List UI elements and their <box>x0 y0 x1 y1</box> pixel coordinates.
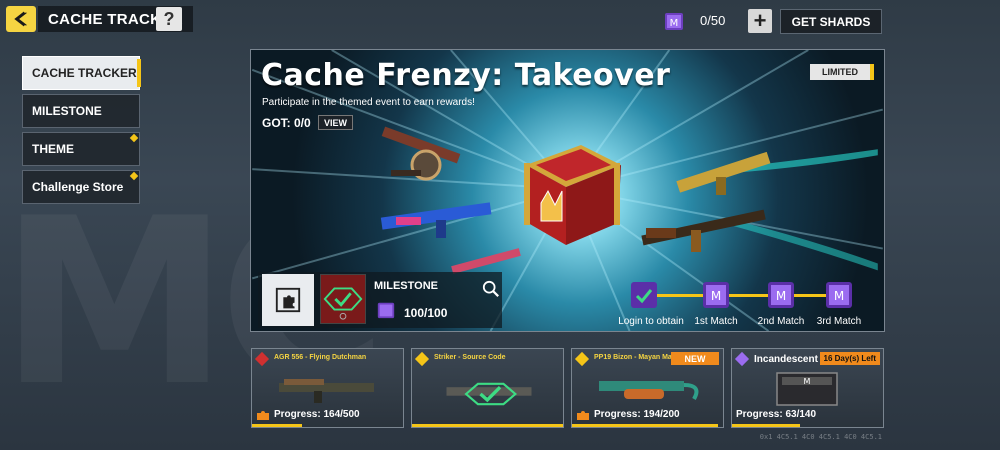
notification-dot <box>129 133 139 143</box>
svg-text:M: M <box>776 289 786 303</box>
weapon-ak-rifle-image <box>641 209 766 252</box>
rarity-icon <box>414 351 430 367</box>
weapon-blue-rifle-image <box>380 202 492 238</box>
reward-card-pp19-bizon[interactable]: PP19 Bizon - Mayan Malediction NEW Progr… <box>571 348 724 428</box>
card-title: Incandescent <box>754 354 818 365</box>
weapon-pp19-bizon-image <box>599 381 699 400</box>
weapon-grenade-launcher-image <box>381 126 461 181</box>
reward-card-striker[interactable]: Striker - Source Code <box>411 348 564 428</box>
reward-track: M M M Login to obtain 1st Match 2nd Matc… <box>618 276 862 328</box>
milestone-progress: 100/100 <box>404 306 448 320</box>
sidebar-item-label: Challenge Store <box>32 180 124 194</box>
svg-text:M: M <box>711 289 721 303</box>
help-button[interactable]: ? <box>156 7 182 31</box>
sidebar-item-label: THEME <box>32 142 74 156</box>
event-title: Cache Frenzy: Takeover <box>261 58 671 93</box>
days-left-badge: 16 Day(s) Left <box>819 352 880 365</box>
svg-text:M: M <box>804 377 811 386</box>
check-icon <box>323 287 363 320</box>
card-title: Striker - Source Code <box>434 354 506 361</box>
puzzle-progress-icon <box>257 411 269 420</box>
sidebar-item-cache-tracker[interactable]: CACHE TRACKER <box>22 56 141 90</box>
puzzle-piece-tile[interactable] <box>262 274 314 326</box>
top-bar: CACHE TRACKER ? M 0/50 + GET SHARDS <box>0 0 1000 40</box>
view-button[interactable]: VIEW <box>318 115 354 130</box>
svg-text:M: M <box>670 18 679 29</box>
milestone-panel[interactable]: MILESTONE 100/100 <box>258 272 502 328</box>
card-progress-bar <box>412 424 563 427</box>
sidebar: CACHE TRACKER MILESTONE THEME Challenge … <box>22 56 141 208</box>
login-reward-cache-icon[interactable] <box>629 280 659 310</box>
rarity-icon <box>734 351 750 367</box>
track-progress-line <box>641 294 851 297</box>
match3-reward-cache-icon[interactable]: M <box>824 280 854 310</box>
event-banner: Cache Frenzy: Takeover Participate in th… <box>250 49 885 332</box>
notification-dot <box>129 171 139 181</box>
track-label-match1: 1st Match <box>694 316 738 327</box>
event-subtitle: Participate in the themed event to earn … <box>262 97 475 108</box>
sidebar-item-challenge-store[interactable]: Challenge Store <box>22 170 140 204</box>
card-progress: Progress: 194/200 <box>594 409 680 420</box>
card-progress: Progress: 63/140 <box>736 409 817 420</box>
got-count: GOT: 0/0 <box>262 116 311 130</box>
card-progress-bar <box>572 424 719 427</box>
sidebar-item-milestone[interactable]: MILESTONE <box>22 94 140 128</box>
get-shards-button[interactable]: GET SHARDS <box>780 9 882 34</box>
back-button[interactable] <box>6 6 36 32</box>
sidebar-item-label: CACHE TRACKER <box>32 66 137 80</box>
track-label-match3: 3rd Match <box>816 316 862 327</box>
incandescent-crate-image: M <box>776 372 838 406</box>
card-progress: Progress: 164/500 <box>274 409 360 420</box>
back-arrow-icon <box>14 11 27 27</box>
sidebar-item-theme[interactable]: THEME <box>22 132 140 166</box>
puzzle-progress-icon <box>577 411 589 420</box>
reward-card-agr556[interactable]: AGR 556 - Flying Dutchman Progress: 164/… <box>251 348 404 428</box>
cache-crate-image <box>524 145 621 245</box>
search-icon[interactable] <box>482 280 500 298</box>
shard-count: 0/50 <box>700 13 726 28</box>
rarity-icon <box>254 351 270 367</box>
rarity-icon <box>574 351 590 367</box>
sidebar-item-label: MILESTONE <box>32 104 102 118</box>
milestone-reward-card[interactable] <box>320 274 366 324</box>
weapon-striker-image <box>446 382 532 406</box>
cache-shard-icon: M <box>665 13 683 30</box>
match1-reward-cache-icon[interactable]: M <box>701 280 731 310</box>
version-code: 0x1 4C5.1 4C0 4C5.1 4C0 4C5.1 <box>759 433 882 441</box>
card-title: AGR 556 - Flying Dutchman <box>274 354 367 361</box>
svg-text:M: M <box>834 289 844 303</box>
card-progress-bar <box>732 424 800 427</box>
reward-card-incandescent[interactable]: Incandescent 16 Day(s) Left M Progress: … <box>731 348 884 428</box>
weapon-gold-smg-image <box>676 151 771 195</box>
cache-shard-icon <box>377 302 395 319</box>
match2-reward-cache-icon[interactable]: M <box>766 280 796 310</box>
add-shards-button[interactable]: + <box>748 9 772 33</box>
limited-badge: LIMITED <box>810 64 874 80</box>
card-progress-bar <box>252 424 302 427</box>
track-label-login: Login to obtain <box>618 316 684 327</box>
weapon-agr556-image <box>279 379 374 403</box>
milestone-label: MILESTONE <box>374 280 438 292</box>
track-label-match2: 2nd Match <box>757 316 805 327</box>
puzzle-icon <box>275 287 301 313</box>
new-badge: NEW <box>671 352 719 365</box>
